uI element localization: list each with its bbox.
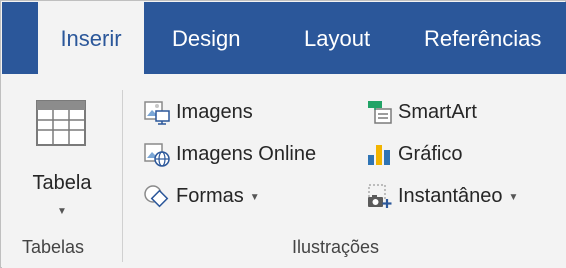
tab-inserir[interactable]: Inserir <box>38 2 144 74</box>
pictures-icon <box>144 101 170 125</box>
shapes-button[interactable]: Formas ▼ <box>144 178 260 214</box>
table-button-label: Tabela <box>32 172 92 194</box>
smartart-icon <box>368 101 392 124</box>
group-separator <box>122 90 123 262</box>
screenshot-button[interactable]: Instantâneo ▼ <box>366 178 518 214</box>
table-dropdown-icon: ▼ <box>57 206 67 217</box>
shapes-dropdown-icon: ▼ <box>249 191 260 203</box>
screenshot-icon <box>368 184 392 208</box>
table-button[interactable]: Tabela ▼ <box>2 74 122 242</box>
online-pictures-icon <box>144 143 170 167</box>
group-label-tabelas: Tabelas <box>22 237 85 257</box>
ribbon-body: Tabela ▼ Tabelas Imagens Imagens Online … <box>2 74 566 268</box>
tab-referencias[interactable]: Referências <box>424 2 541 74</box>
tab-design[interactable]: Design <box>172 2 240 74</box>
ribbon-frame: Inserir Design Layout Referências Tabela… <box>0 0 566 268</box>
pictures-button[interactable]: Imagens <box>144 94 253 130</box>
ribbon-tab-bar: Inserir Design Layout Referências <box>2 2 566 74</box>
smartart-button[interactable]: SmartArt <box>366 94 477 130</box>
shapes-icon <box>144 185 169 208</box>
online-pictures-button[interactable]: Imagens Online <box>144 136 316 172</box>
group-label-ilustracoes: Ilustrações <box>292 237 380 257</box>
smartart-label: SmartArt <box>398 100 477 123</box>
table-icon <box>36 100 86 146</box>
chart-button[interactable]: Gráfico <box>366 136 462 172</box>
shapes-label: Formas <box>176 184 244 207</box>
pictures-label: Imagens <box>176 100 253 123</box>
tab-layout[interactable]: Layout <box>304 2 370 74</box>
chart-label: Gráfico <box>398 142 463 165</box>
screenshot-dropdown-icon: ▼ <box>508 191 519 203</box>
screenshot-label: Instantâneo <box>398 184 503 207</box>
chart-icon <box>368 145 390 165</box>
online-pictures-label: Imagens Online <box>176 142 317 165</box>
